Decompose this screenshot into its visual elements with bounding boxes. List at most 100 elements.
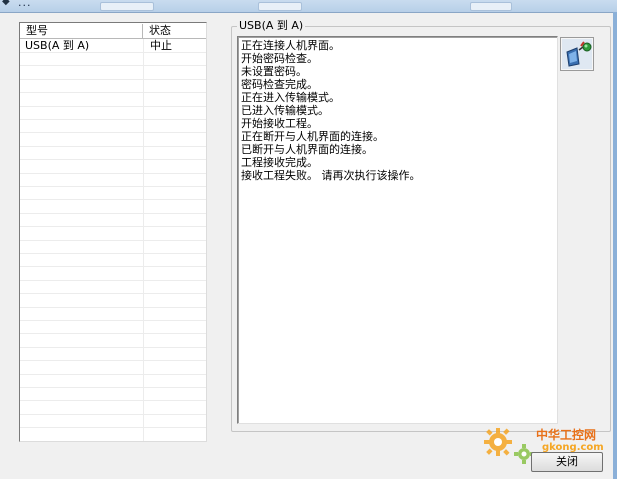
table-row[interactable] (20, 414, 206, 429)
cell-status (150, 240, 206, 253)
table-row[interactable] (20, 119, 206, 134)
cell-status (150, 320, 206, 333)
table-row[interactable] (20, 401, 206, 415)
log-textarea[interactable]: 正在连接人机界面。 开始密码检查。 未设置密码。 密码检查完成。 正在进入传输模式。 已进… (237, 36, 558, 424)
cell-model (25, 213, 143, 226)
table-row[interactable] (20, 240, 206, 254)
cell-status (150, 200, 206, 213)
table-row[interactable] (20, 374, 206, 388)
cell-model (25, 119, 143, 132)
cell-status (150, 52, 206, 65)
cell-status (150, 79, 206, 92)
table-row[interactable] (20, 387, 206, 402)
cell-model (25, 294, 143, 307)
cell-status (150, 347, 206, 360)
cell-model (25, 200, 143, 213)
table-row[interactable] (20, 160, 206, 174)
cell-model (25, 160, 143, 173)
cell-model (25, 347, 143, 360)
table-row[interactable] (20, 227, 206, 241)
table-row[interactable] (20, 133, 206, 147)
cell-status (150, 160, 206, 173)
cell-model (25, 240, 143, 253)
cell-model (25, 414, 143, 427)
cell-model (25, 253, 143, 266)
table-row[interactable] (20, 146, 206, 161)
cell-status (150, 414, 206, 427)
cell-model (25, 133, 143, 146)
cell-status (150, 401, 206, 414)
cell-status (150, 186, 206, 199)
cell-status (150, 267, 206, 280)
table-row[interactable] (20, 66, 206, 80)
column-header-status[interactable]: 状态 (143, 24, 206, 38)
table-row[interactable] (20, 200, 206, 214)
table-row[interactable] (20, 52, 206, 67)
cell-model: USB(A 到 A) (25, 39, 90, 52)
table-row[interactable] (20, 253, 206, 268)
cell-model (25, 146, 143, 159)
cell-status (150, 227, 206, 240)
background-tab (470, 2, 512, 11)
cell-status (150, 106, 206, 119)
cell-model (25, 79, 143, 92)
cell-model (25, 401, 143, 414)
log-line: 正在断开与人机界面的连接。 (241, 130, 384, 143)
table-row[interactable] (20, 347, 206, 362)
column-header-model[interactable]: 型号 (20, 24, 143, 38)
cell-status (150, 253, 206, 266)
log-line: 未设置密码。 (241, 65, 307, 78)
cell-status (150, 280, 206, 293)
cell-status (150, 133, 206, 146)
cell-model (25, 320, 143, 333)
app-icon: ◆ (2, 0, 10, 7)
cell-model (25, 428, 143, 441)
cell-model (25, 334, 143, 347)
log-line: 密码检查完成。 (241, 78, 318, 91)
log-line: 工程接收完成。 (241, 156, 318, 169)
table-row[interactable]: USB(A 到 A) 中止 (20, 39, 206, 53)
table-row[interactable] (20, 428, 206, 441)
table-row[interactable] (20, 361, 206, 375)
watermark-title: 中华工控网 (536, 428, 597, 442)
window-title: ... (18, 0, 32, 9)
table-row[interactable] (20, 320, 206, 335)
log-line: 正在进入传输模式。 (241, 91, 340, 104)
log-line: 正在连接人机界面。 (241, 39, 340, 52)
table-row[interactable] (20, 173, 206, 187)
table-row[interactable] (20, 280, 206, 295)
table-row[interactable] (20, 213, 206, 228)
device-connection-icon (562, 39, 592, 69)
log-line: 已断开与人机界面的连接。 (241, 143, 373, 156)
cell-model (25, 387, 143, 400)
table-row[interactable] (20, 307, 206, 321)
connect-button[interactable] (560, 37, 594, 71)
cell-status (150, 213, 206, 226)
cell-status (150, 361, 206, 374)
log-line: 开始接收工程。 (241, 117, 318, 130)
cell-model (25, 374, 143, 387)
cell-status (150, 294, 206, 307)
cell-model (25, 66, 143, 79)
table-row[interactable] (20, 267, 206, 281)
log-line: 已进入传输模式。 (241, 104, 329, 117)
log-line: 接收工程失败。 请再次执行该操作。 (241, 169, 421, 182)
table-row[interactable] (20, 186, 206, 201)
cell-status (150, 173, 206, 186)
cell-model (25, 106, 143, 119)
device-list[interactable]: 型号 状态 USB(A 到 A) 中止 (19, 22, 207, 442)
log-line: 开始密码检查。 (241, 52, 318, 65)
cell-model (25, 227, 143, 240)
table-row[interactable] (20, 93, 206, 107)
cell-status (150, 307, 206, 320)
cell-status (150, 66, 206, 79)
cell-model (25, 173, 143, 186)
cell-model (25, 52, 143, 65)
table-row[interactable] (20, 334, 206, 348)
table-row[interactable] (20, 106, 206, 120)
cell-status (150, 334, 206, 347)
table-row[interactable] (20, 79, 206, 94)
cell-model (25, 361, 143, 374)
close-button[interactable]: 关闭 (531, 452, 603, 472)
table-row[interactable] (20, 294, 206, 308)
